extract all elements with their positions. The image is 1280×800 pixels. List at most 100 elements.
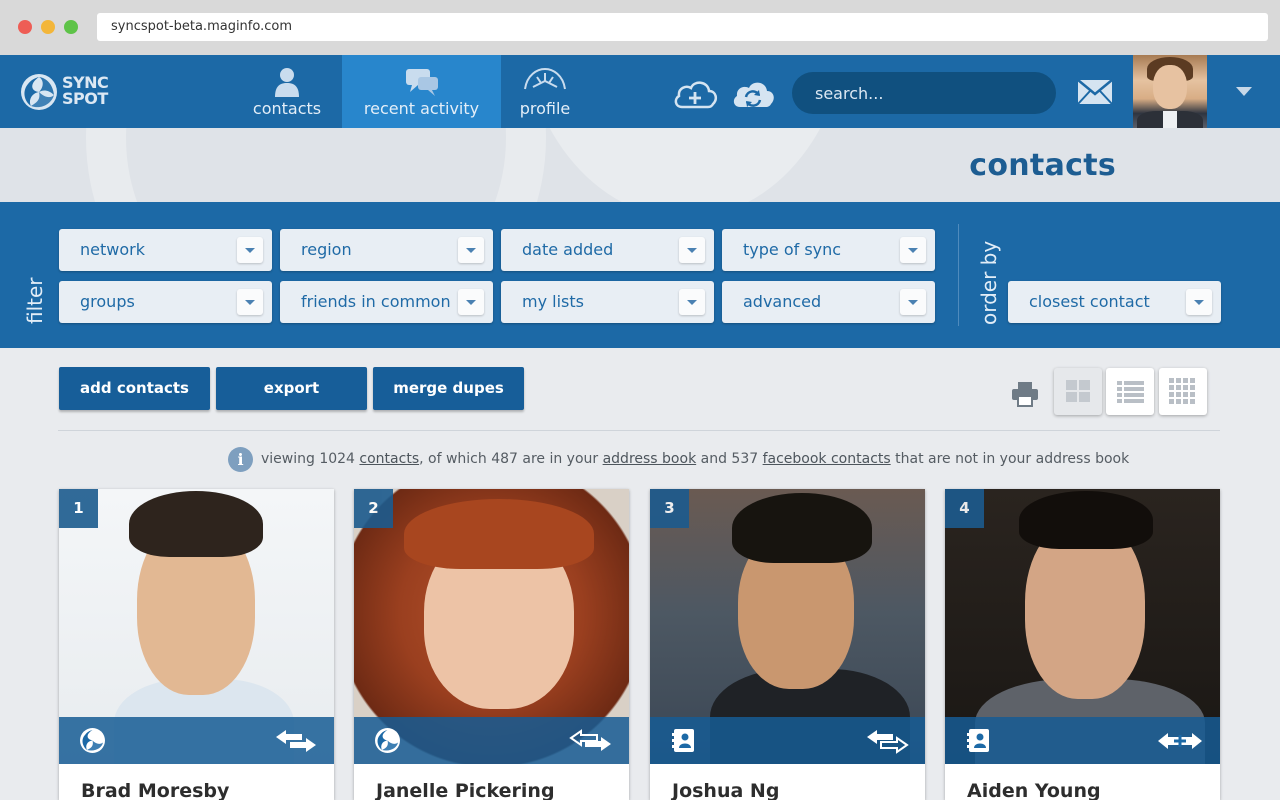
- contact-index-badge: 4: [945, 489, 984, 528]
- chevron-down-icon[interactable]: [900, 289, 926, 315]
- syncspot-icon[interactable]: [374, 727, 401, 754]
- filter-region-dropdown[interactable]: region: [280, 229, 493, 271]
- export-button[interactable]: export: [216, 367, 367, 410]
- chevron-down-icon[interactable]: [900, 237, 926, 263]
- browser-chrome: syncspot-beta.maginfo.com: [0, 0, 1280, 55]
- user-menu-toggle[interactable]: [1207, 55, 1280, 128]
- address-book-icon[interactable]: [965, 727, 992, 754]
- dropdown-label: advanced: [743, 292, 822, 311]
- add-sync-icon[interactable]: [1156, 728, 1204, 754]
- dropdown-label: friends in common: [301, 292, 451, 311]
- dropdown-label: closest contact: [1029, 292, 1150, 311]
- contact-index-badge: 3: [650, 489, 689, 528]
- chevron-down-icon: [1236, 87, 1252, 96]
- nav-profile-label: profile: [519, 99, 571, 118]
- contact-card-toolbar: [354, 717, 629, 764]
- nav-recent-activity-label: recent activity: [363, 99, 480, 118]
- summary-text: , of which 487 are in your: [419, 451, 603, 467]
- info-icon: i: [228, 447, 253, 472]
- contact-name[interactable]: Janelle Pickering: [376, 780, 555, 800]
- contacts-summary: viewing 1024 contacts, of which 487 are …: [261, 451, 1129, 467]
- two-way-sync-icon[interactable]: [274, 728, 318, 754]
- filter-my-lists-dropdown[interactable]: my lists: [501, 281, 714, 323]
- search-input[interactable]: [792, 72, 1056, 114]
- print-icon[interactable]: [1010, 380, 1040, 408]
- filter-friends-in-common-dropdown[interactable]: friends in common: [280, 281, 493, 323]
- contact-name[interactable]: Brad Moresby: [81, 780, 229, 800]
- dropdown-label: my lists: [522, 292, 584, 311]
- syncspot-icon[interactable]: [79, 727, 106, 754]
- list-view-button[interactable]: [1106, 368, 1154, 415]
- two-way-sync-icon[interactable]: [569, 728, 613, 754]
- close-window-button[interactable]: [18, 20, 32, 34]
- mail-icon[interactable]: [1077, 79, 1113, 105]
- nav-profile[interactable]: profile: [504, 55, 586, 128]
- address-book-icon[interactable]: [670, 727, 697, 754]
- add-contacts-button[interactable]: add contacts: [59, 367, 210, 410]
- profile-gauge-icon: [524, 67, 566, 90]
- chevron-down-icon[interactable]: [679, 237, 705, 263]
- tile-view-icon: [1169, 378, 1195, 404]
- nav-contacts-label: contacts: [252, 99, 322, 118]
- contact-card-toolbar: [59, 717, 334, 764]
- address-bar[interactable]: syncspot-beta.maginfo.com: [97, 13, 1268, 41]
- contact-card-toolbar: [650, 717, 925, 764]
- filter-type-of-sync-dropdown[interactable]: type of sync: [722, 229, 935, 271]
- filter-label: filter: [23, 277, 47, 324]
- grid-view-icon: [1066, 380, 1090, 402]
- syncspot-logo[interactable]: SYNC SPOT: [20, 73, 120, 113]
- two-way-sync-icon[interactable]: [865, 728, 909, 754]
- dropdown-label: network: [80, 240, 145, 259]
- person-icon: [275, 68, 299, 97]
- tile-view-button[interactable]: [1159, 368, 1207, 415]
- contact-name[interactable]: Joshua Ng: [672, 780, 779, 800]
- cloud-sync-icon[interactable]: [730, 75, 776, 111]
- summary-text: that are not in your address book: [890, 451, 1130, 467]
- dropdown-label: region: [301, 240, 352, 259]
- avatar-face: [1153, 65, 1187, 109]
- background-arc: [520, 128, 850, 202]
- user-avatar[interactable]: [1133, 55, 1207, 128]
- order-by-label: order by: [977, 240, 1001, 325]
- contact-name[interactable]: Aiden Young: [967, 780, 1101, 800]
- contact-card[interactable]: 4 Aiden Young: [945, 489, 1220, 800]
- background-arc: [126, 128, 506, 202]
- chevron-down-icon[interactable]: [458, 237, 484, 263]
- summary-text: viewing 1024: [261, 451, 360, 467]
- nav-recent-activity[interactable]: recent activity: [342, 55, 501, 128]
- chevron-down-icon[interactable]: [679, 289, 705, 315]
- filter-date-added-dropdown[interactable]: date added: [501, 229, 714, 271]
- chevron-down-icon[interactable]: [1186, 289, 1212, 315]
- page-title: contacts: [969, 148, 1116, 183]
- chevron-down-icon[interactable]: [237, 237, 263, 263]
- merge-dupes-button[interactable]: merge dupes: [373, 367, 524, 410]
- contact-card[interactable]: 3 Joshua Ng: [650, 489, 925, 800]
- grid-view-button[interactable]: [1054, 368, 1102, 415]
- contact-card-toolbar: [945, 717, 1220, 764]
- dropdown-label: type of sync: [743, 240, 842, 259]
- brand-wordmark: SYNC SPOT: [62, 75, 109, 108]
- summary-text: and 537: [696, 451, 763, 467]
- contact-card[interactable]: 1 Brad Moresby: [59, 489, 334, 800]
- chat-bubbles-icon: [405, 69, 438, 96]
- filter-divider: [958, 224, 959, 326]
- contact-card[interactable]: 2 Janelle Pickering: [354, 489, 629, 800]
- facebook-contacts-link[interactable]: facebook contacts: [763, 451, 891, 467]
- chevron-down-icon[interactable]: [458, 289, 484, 315]
- section-divider: [58, 430, 1220, 431]
- order-by-dropdown[interactable]: closest contact: [1008, 281, 1221, 323]
- nav-contacts[interactable]: contacts: [242, 55, 332, 128]
- chevron-down-icon[interactable]: [237, 289, 263, 315]
- contacts-link[interactable]: contacts: [359, 451, 419, 467]
- contact-index-badge: 2: [354, 489, 393, 528]
- address-book-link[interactable]: address book: [603, 451, 697, 467]
- brand-line2: SPOT: [62, 89, 108, 108]
- minimize-window-button[interactable]: [41, 20, 55, 34]
- dropdown-label: date added: [522, 240, 614, 259]
- list-view-icon: [1117, 381, 1144, 403]
- filter-advanced-dropdown[interactable]: advanced: [722, 281, 935, 323]
- filter-groups-dropdown[interactable]: groups: [59, 281, 272, 323]
- filter-network-dropdown[interactable]: network: [59, 229, 272, 271]
- maximize-window-button[interactable]: [64, 20, 78, 34]
- cloud-add-icon[interactable]: [672, 75, 718, 111]
